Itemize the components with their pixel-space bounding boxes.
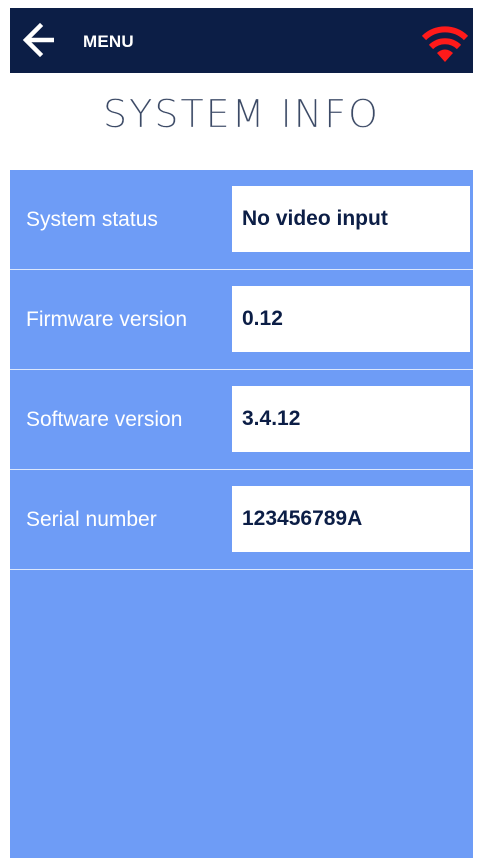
info-row-software-version: Software version 3.4.12 bbox=[10, 370, 473, 470]
info-row-serial-number: Serial number 123456789A bbox=[10, 470, 473, 570]
info-row-value: 0.12 bbox=[232, 286, 470, 352]
back-button[interactable] bbox=[20, 22, 58, 58]
info-row-value: No video input bbox=[232, 186, 470, 252]
menu-link[interactable]: MENU bbox=[83, 32, 134, 52]
system-info-screen: MENU SYSTEM INFO System status No video … bbox=[10, 0, 473, 858]
info-row-label: Software version bbox=[26, 407, 183, 431]
top-bar: MENU bbox=[10, 8, 473, 73]
info-row-label: Firmware version bbox=[26, 307, 188, 331]
wifi-icon bbox=[420, 18, 470, 64]
info-row-value: 123456789A bbox=[232, 486, 470, 552]
info-row-system-status: System status No video input bbox=[10, 170, 473, 270]
info-panel: System status No video input Firmware ve… bbox=[10, 170, 473, 858]
arrow-left-icon bbox=[22, 22, 54, 58]
info-row-value: 3.4.12 bbox=[232, 386, 470, 452]
page-title: SYSTEM INFO bbox=[103, 92, 380, 136]
info-row-label: System status bbox=[26, 207, 158, 231]
info-row-firmware-version: Firmware version 0.12 bbox=[10, 270, 473, 370]
info-row-label: Serial number bbox=[26, 507, 157, 531]
